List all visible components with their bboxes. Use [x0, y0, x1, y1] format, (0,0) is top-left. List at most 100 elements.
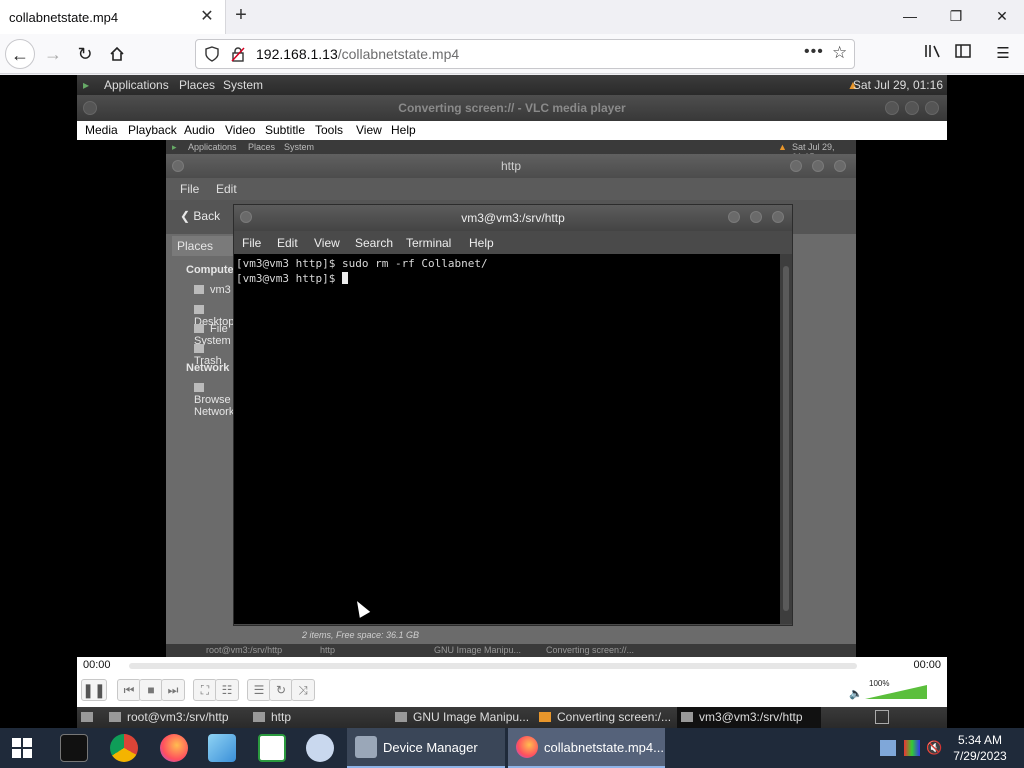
terminal-icon	[109, 712, 121, 722]
remote-task-active[interactable]: vm3@vm3:/srv/http	[677, 707, 821, 728]
place-item: vm3	[194, 284, 231, 296]
terminal-titlebar: vm3@vm3:/srv/http	[234, 205, 792, 231]
term-maximize-icon	[750, 211, 762, 223]
menu-playback[interactable]: Playback	[128, 123, 177, 137]
maximize-button[interactable]: ❐	[936, 4, 976, 28]
app-menu-icon[interactable]: ☰	[992, 43, 1014, 65]
url-path: /collabnetstate.mp4	[337, 46, 460, 62]
recorded-task: root@vm3:/srv/http	[206, 645, 283, 655]
terminal-line: [vm3@vm3 http]$ sudo rm -rf Collabnet/	[236, 257, 488, 270]
speaker-icon[interactable]: 🔈	[849, 687, 863, 700]
menu-places[interactable]: Places	[179, 78, 215, 92]
extended-settings-button[interactable]: ☷	[215, 679, 239, 701]
shuffle-button[interactable]: ⤨	[291, 679, 315, 701]
sidebar-icon[interactable]	[952, 43, 974, 65]
page-actions-icon[interactable]: •••	[804, 43, 824, 61]
recorded-task: http	[320, 645, 336, 655]
start-button[interactable]	[12, 738, 32, 758]
menu-tools[interactable]: Tools	[315, 123, 343, 137]
menu-audio[interactable]: Audio	[184, 123, 215, 137]
windows-logo-icon	[12, 749, 21, 758]
menu-video[interactable]: Video	[225, 123, 255, 137]
file-manager-status: 2 items, Free space: 36.1 GB	[302, 630, 420, 640]
places-header: Places	[172, 236, 236, 256]
vlc-seek-row: 00:00 00:00	[77, 657, 947, 675]
snipping-icon[interactable]	[306, 734, 334, 762]
remote-desktop-icon[interactable]	[208, 734, 236, 762]
pause-button[interactable]: ❚❚	[81, 679, 107, 701]
notepad-icon[interactable]	[258, 734, 286, 762]
minimize-icon[interactable]	[885, 101, 899, 115]
recorded-menu-applications: Applications	[188, 142, 237, 152]
menu-system[interactable]: System	[223, 78, 263, 92]
remote-taskbar: root@vm3:/srv/http http GNU Image Manipu…	[77, 707, 947, 728]
volume-slider[interactable]	[865, 685, 927, 699]
close-tab-icon[interactable]: ✕	[198, 8, 216, 26]
remote-task[interactable]: GNU Image Manipu...	[395, 710, 529, 724]
remote-clock: Sat Jul 29, 01:16	[852, 78, 943, 92]
new-tab-icon[interactable]: +	[229, 4, 253, 28]
close-window-button[interactable]: ✕	[982, 4, 1022, 28]
cmd-icon[interactable]	[60, 734, 88, 762]
term-menu-file: File	[242, 236, 262, 250]
term-menu-terminal: Terminal	[406, 236, 452, 250]
recorded-foot-icon: ▸	[172, 142, 177, 152]
color-profile-icon[interactable]	[904, 740, 920, 756]
forward-button[interactable]: →	[38, 39, 68, 69]
shield-icon[interactable]	[204, 46, 220, 62]
system-clock[interactable]: 5:34 AM 7/29/2023	[940, 732, 1020, 764]
fullscreen-button[interactable]: ⛶	[193, 679, 217, 701]
volume-control[interactable]: 🔈 100%	[849, 679, 939, 703]
menu-media[interactable]: Media	[85, 123, 118, 137]
insecure-lock-icon[interactable]	[230, 46, 246, 62]
loop-button[interactable]: ↻	[269, 679, 293, 701]
back-button[interactable]: ←	[5, 39, 35, 69]
home-button[interactable]	[102, 39, 132, 69]
stop-button[interactable]: ■	[139, 679, 163, 701]
network-icon[interactable]	[880, 740, 896, 756]
video-page: ▸ Applications Places System ▲ Sat Jul 2…	[0, 75, 1024, 728]
maximize-icon[interactable]	[905, 101, 919, 115]
browser-toolbar: ← → ↻ 192.168.1.13/collabnetstate.mp4 ••…	[0, 34, 1024, 74]
network-icon	[194, 383, 204, 392]
terminal-scroll-thumb	[783, 266, 789, 611]
taskbar-window-device-manager[interactable]: Device Manager	[347, 728, 505, 768]
browser-tab-bar: collabnetstate.mp4 ✕ + — ❐ ✕	[0, 0, 1024, 34]
playlist-button[interactable]: ☰	[247, 679, 271, 701]
next-button[interactable]: ⏭	[161, 679, 185, 701]
section-network: Network	[186, 362, 230, 374]
firefox-icon[interactable]	[160, 734, 188, 762]
show-desktop-icon[interactable]	[81, 710, 99, 724]
remote-task[interactable]: root@vm3:/srv/http	[109, 710, 229, 724]
menu-help[interactable]: Help	[391, 123, 416, 137]
file-manager-window: http File Edit ❮ Back Places Computer vm…	[166, 154, 856, 644]
address-bar[interactable]: 192.168.1.13/collabnetstate.mp4 ••• ☆	[195, 39, 855, 69]
drive-icon	[194, 285, 204, 294]
workspace-switcher[interactable]	[875, 710, 889, 724]
reload-button[interactable]: ↻	[70, 39, 100, 69]
clock-date: 7/29/2023	[953, 749, 1007, 763]
remote-task[interactable]: http	[253, 710, 291, 724]
menu-subtitle[interactable]: Subtitle	[265, 123, 305, 137]
menu-applications[interactable]: Applications	[104, 78, 169, 92]
seek-slider[interactable]	[129, 663, 857, 669]
device-manager-icon	[355, 736, 377, 758]
browser-tab[interactable]: collabnetstate.mp4 ✕	[0, 0, 226, 34]
close-icon[interactable]	[925, 101, 939, 115]
library-icon[interactable]	[922, 43, 944, 65]
file-manager-sidebar: Places Computer vm3 Desktop File System …	[172, 236, 238, 636]
firefox-icon	[516, 736, 538, 758]
time-elapsed: 00:00	[83, 659, 111, 671]
window-menu-icon[interactable]	[83, 101, 97, 115]
home-icon	[110, 46, 124, 61]
remote-task[interactable]: Converting screen:/...	[539, 710, 671, 724]
minimize-button[interactable]: —	[890, 4, 930, 28]
fm-close-icon	[834, 160, 846, 172]
menu-view[interactable]: View	[356, 123, 382, 137]
bookmark-star-icon[interactable]: ☆	[832, 43, 847, 63]
chrome-icon[interactable]	[110, 734, 138, 762]
term-menu-view: View	[314, 236, 340, 250]
taskbar-window-firefox[interactable]: collabnetstate.mp4...	[508, 728, 665, 768]
previous-button[interactable]: ⏮	[117, 679, 141, 701]
vlc-video-area[interactable]: ▸ Applications Places System ▲ Sat Jul 2…	[77, 140, 947, 657]
